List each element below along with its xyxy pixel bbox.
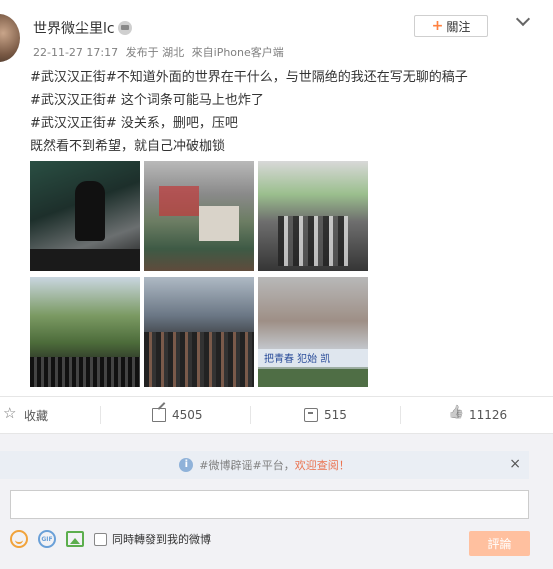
plus-icon: + bbox=[431, 18, 444, 34]
username[interactable]: 世界微尘里lc bbox=[33, 18, 115, 38]
post-image-4[interactable] bbox=[30, 277, 140, 387]
post-image-2[interactable] bbox=[144, 161, 254, 271]
like-button[interactable]: 11126 bbox=[449, 397, 507, 433]
divider bbox=[100, 406, 101, 424]
comment-input[interactable] bbox=[10, 490, 529, 519]
favorite-label: 收藏 bbox=[24, 408, 49, 423]
post-image-1[interactable] bbox=[30, 161, 140, 271]
post-timestamp[interactable]: 22-11-27 17:17 bbox=[33, 46, 118, 59]
rumor-notice: i #微博辟谣#平台， 欢迎查阅！ × bbox=[0, 451, 529, 479]
post-text: #武汉汉正街#不知道外面的世界在干什么，与世隔绝的我还在写无聊的稿子 #武汉汉正… bbox=[30, 66, 545, 158]
divider bbox=[400, 406, 401, 424]
post-location: 发布于 湖北 bbox=[125, 46, 185, 59]
follow-button[interactable]: + 關注 bbox=[414, 15, 488, 37]
reply-toolbar: GIF 同時轉發到我的微博 bbox=[10, 529, 211, 549]
comment-count: 515 bbox=[324, 408, 347, 422]
notice-link[interactable]: 欢迎查阅！ bbox=[295, 457, 350, 473]
follow-label: 關注 bbox=[446, 19, 471, 34]
post-line: #武汉汉正街# 这个词条可能马上也炸了 bbox=[30, 93, 264, 108]
submit-comment-button[interactable]: 評論 bbox=[469, 531, 530, 556]
action-bar: 收藏 4505 515 11126 bbox=[0, 397, 553, 433]
share-icon bbox=[152, 408, 166, 422]
star-icon bbox=[3, 404, 18, 422]
image-graffiti-text: 把青春 犯始 凯 bbox=[264, 354, 331, 365]
close-icon[interactable]: × bbox=[509, 456, 521, 472]
reply-area: i #微博辟谣#平台， 欢迎查阅！ × GIF 同時轉發到我的微博 評論 bbox=[0, 433, 553, 569]
post-image-5[interactable] bbox=[144, 277, 254, 387]
like-count: 11126 bbox=[469, 408, 508, 422]
sync-repost-label: 同時轉發到我的微博 bbox=[112, 533, 211, 546]
post-line: #武汉汉正街#不知道外面的世界在干什么，与世隔绝的我还在写无聊的稿子 bbox=[30, 70, 468, 85]
favorite-button[interactable]: 收藏 bbox=[3, 397, 49, 433]
post-line: 既然看不到希望，就自己冲破枷锁 bbox=[30, 139, 226, 154]
chevron-down-icon[interactable] bbox=[516, 14, 530, 28]
notice-text: #微博辟谣#平台， bbox=[199, 459, 295, 472]
comment-button[interactable]: 515 bbox=[304, 397, 347, 433]
emoji-icon[interactable] bbox=[10, 530, 28, 548]
sync-repost-checkbox[interactable] bbox=[94, 532, 107, 546]
repost-button[interactable]: 4505 bbox=[152, 397, 203, 433]
post-line: #武汉汉正街# 没关系，删吧，压吧 bbox=[30, 116, 238, 131]
crown-icon bbox=[118, 21, 132, 35]
post-source: 來自iPhone客户端 bbox=[191, 46, 284, 59]
post-image-3[interactable] bbox=[258, 161, 368, 271]
avatar[interactable] bbox=[0, 14, 20, 62]
post-image-6[interactable]: 把青春 犯始 凯 bbox=[258, 277, 368, 387]
image-icon[interactable] bbox=[66, 531, 84, 547]
image-grid: 把青春 犯始 凯 bbox=[30, 161, 370, 387]
thumb-icon bbox=[449, 408, 463, 422]
info-icon: i bbox=[179, 458, 194, 472]
post-meta: 22-11-27 17:17 发布于 湖北 來自iPhone客户端 bbox=[33, 44, 288, 60]
gif-icon[interactable]: GIF bbox=[38, 530, 56, 548]
divider bbox=[250, 406, 251, 424]
repost-count: 4505 bbox=[172, 408, 203, 422]
comment-icon bbox=[304, 408, 318, 422]
